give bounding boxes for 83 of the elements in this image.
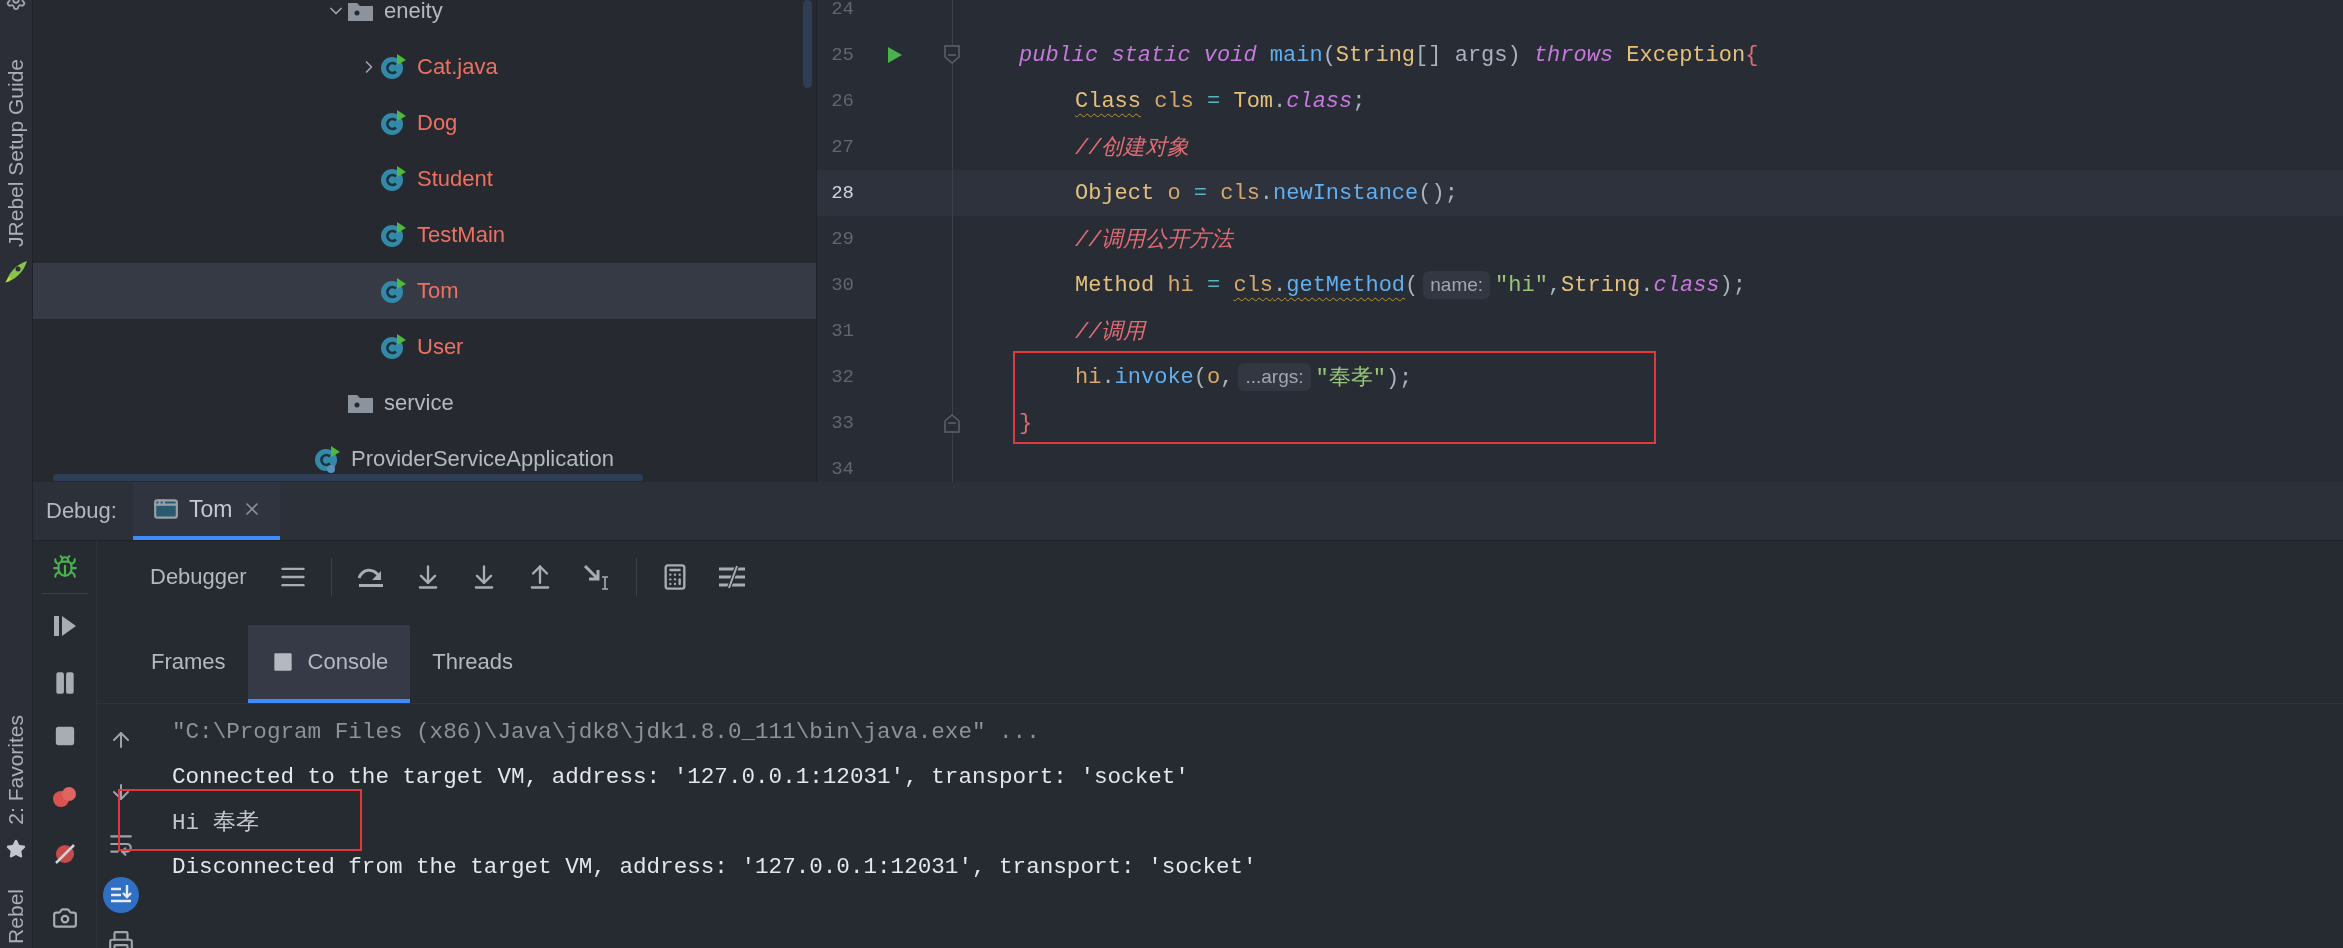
tab-label: Threads [432,649,513,675]
code-text: //调用 [1075,319,1146,346]
code-text: Object o = cls.newInstance(); [1075,180,1458,206]
favorites-tab[interactable]: 2: Favorites [4,715,28,826]
tree-item[interactable]: eneity [33,0,816,39]
class-icon [380,221,408,249]
console-line: Connected to the target VM, address: '127.0.0.1:12031', transport: 'socket' [172,762,1190,792]
class-icon [380,277,408,305]
tree-item[interactable]: Cat.java [33,39,816,95]
class-icon [380,165,408,193]
star-icon[interactable] [6,839,26,860]
jrebel-tab[interactable]: Rebel [4,889,28,944]
line-number: 33 [830,412,855,434]
jrebel-setup-guide-tab[interactable]: JRebel Setup Guide [4,59,28,247]
code-text: "奉孝"); [1315,365,1413,392]
line-number: 24 [830,0,855,20]
app-class-icon [314,445,342,473]
line-number: 30 [830,274,855,296]
line-number: 27 [830,136,855,158]
breakpoints-icon[interactable] [51,785,78,809]
tree-item-label: Dog [417,110,458,136]
code-text: //创建对象 [1075,135,1190,162]
tree-item-label: ProviderServiceApplication [351,446,614,472]
code-text: "hi",String.class); [1495,272,1746,298]
bug-icon[interactable] [51,554,78,580]
stop-icon[interactable] [53,725,76,747]
tree-item-label: Cat.java [417,54,498,80]
console-line: Disconnected from the target VM, address: '127.0.0.1:12031', transport: 'socket' [172,852,1257,882]
window-icon [152,496,179,522]
print-icon[interactable] [107,930,134,948]
tree-item-label: Tom [417,278,459,304]
line-number: 31 [830,320,855,342]
code-text: ( [1405,272,1419,298]
tree-item[interactable]: Dog [33,95,816,151]
tree-item-label: service [384,390,454,416]
tree-item-label: TestMain [417,222,506,248]
panel-tab[interactable]: Console [247,625,411,703]
code-text: cls = Tom.class; [1153,88,1366,114]
code-text: public static void main(String[] args) throws Exception{ [1019,42,1759,68]
debugger-label: Debugger [150,564,247,590]
debug-label: Debug: [46,498,117,524]
console-line: Hi 奉孝 [172,809,260,838]
tree-item-label: User [417,334,464,360]
code-text: hi.invoke(o, [1075,364,1234,390]
code-text: cls.getMethod [1233,272,1406,298]
run-icon[interactable] [886,46,903,64]
tab-label: Tom [188,495,233,523]
line-number: 28 [830,182,855,204]
panel-tab[interactable]: Threads [410,625,535,703]
code-text: Class [1075,88,1141,114]
folder-icon [347,392,374,414]
tree-item[interactable]: ProviderServiceApplication [33,431,816,482]
code-text: } [1019,410,1033,436]
scrollbar[interactable] [803,0,812,88]
line-number: 25 [830,44,855,66]
tab-label: Frames [151,649,226,675]
panel-tab[interactable]: Frames [129,625,248,703]
tree-item-label: Student [417,166,493,192]
tree-item-label: eneity [384,0,443,24]
line-number: 32 [830,366,855,388]
class-icon [380,109,408,137]
code-text: //调用公开方法 [1075,226,1234,254]
line-number: 26 [830,90,855,112]
scroll-to-end-icon[interactable] [101,876,140,914]
tree-item[interactable]: service [33,375,816,431]
line-number: 34 [830,458,855,480]
code-text: Method hi = [1075,272,1222,298]
class-icon [380,53,408,81]
scrollbar[interactable] [53,474,643,481]
parameter-hint: ...args: [1238,363,1311,391]
camera-icon[interactable] [51,905,78,931]
rocket-icon[interactable] [3,258,29,285]
tree-item[interactable]: Tom [33,263,816,319]
console-line: "C:\Program Files (x86)\Java\jdk8\jdk1.8.0_111\bin\java.exe" ... [172,717,1041,747]
parameter-hint: name: [1423,271,1491,299]
tree-item[interactable]: User [33,319,816,375]
debug-tab[interactable]: Tom [132,482,281,540]
resume-icon[interactable] [52,615,77,637]
tree-item[interactable]: Student [33,151,816,207]
tab-label: Console [307,649,389,675]
class-icon [380,333,408,361]
tree-item[interactable]: TestMain [33,207,816,263]
line-number: 29 [830,228,855,250]
